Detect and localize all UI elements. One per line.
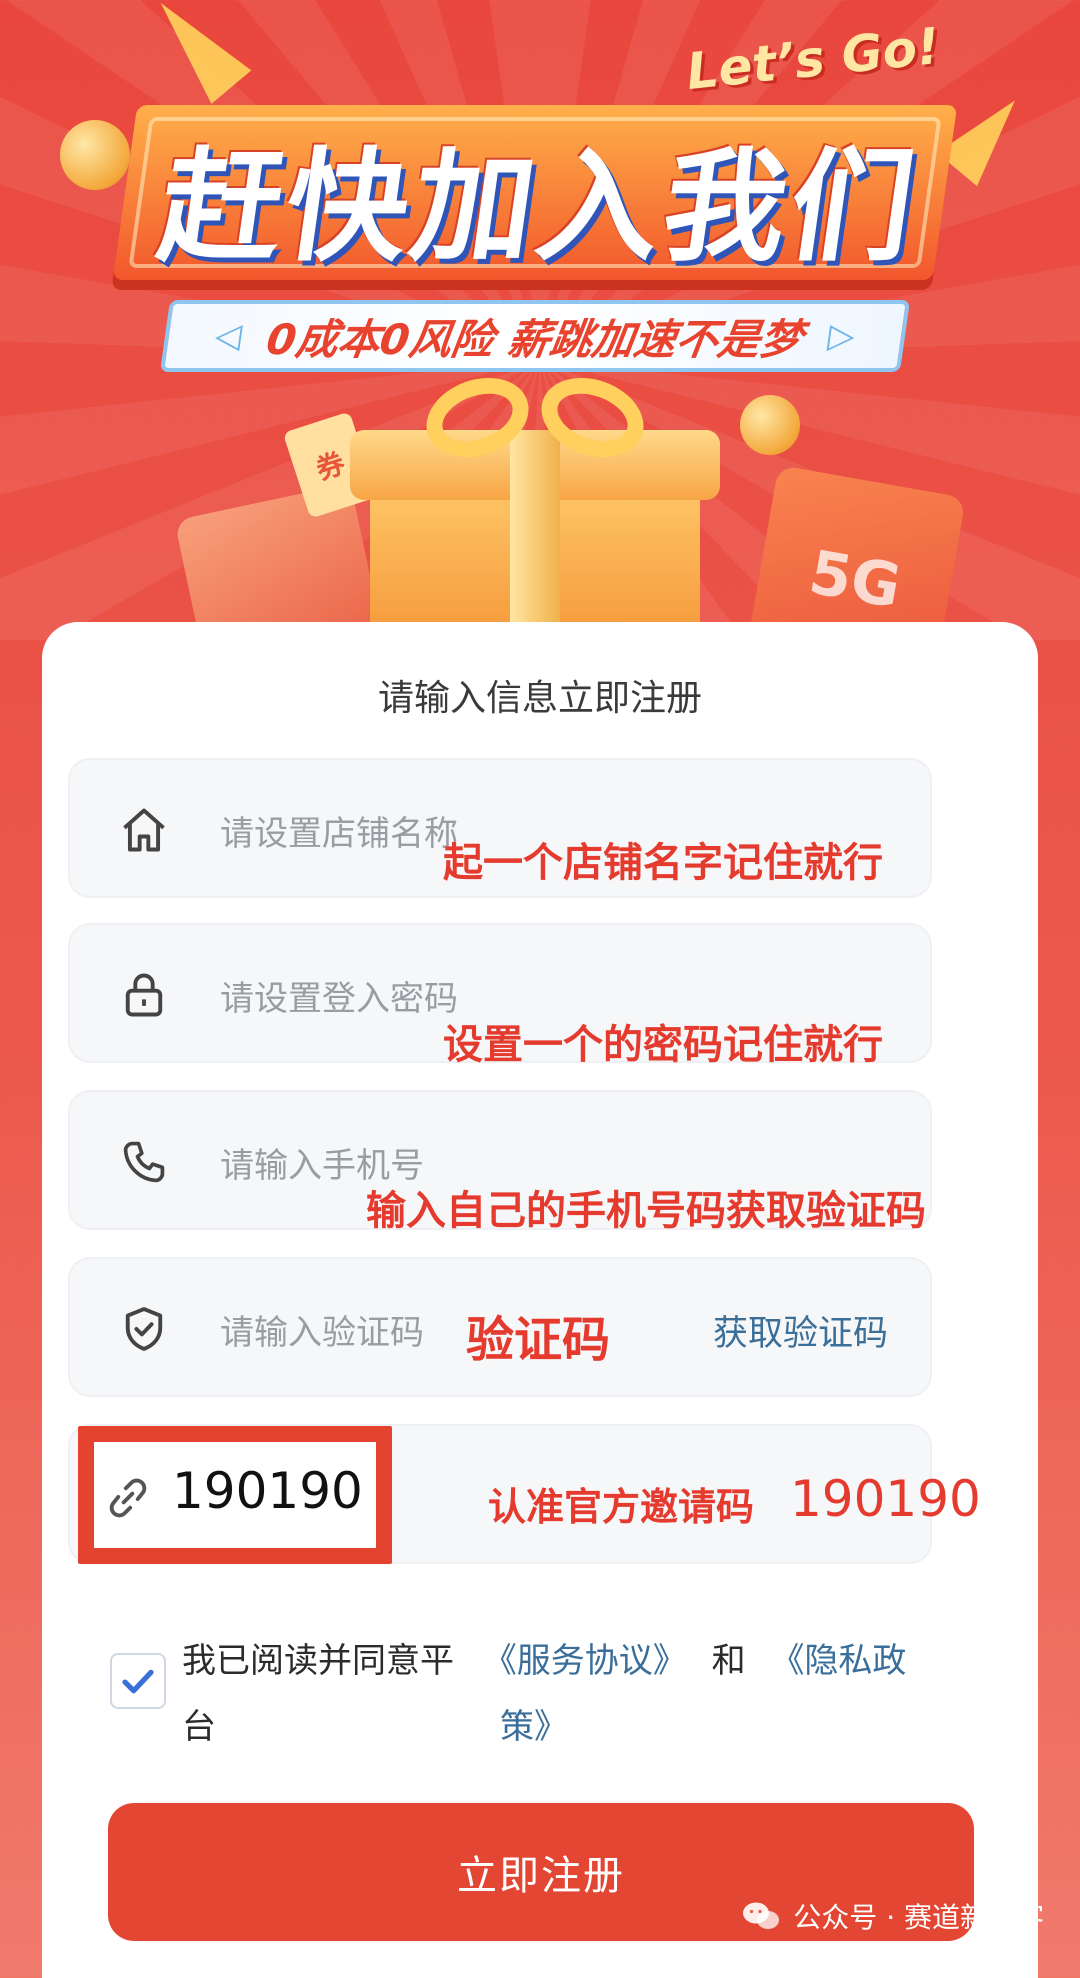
verification-code-placeholder: 请输入验证码 — [220, 1313, 424, 1353]
password-placeholder: 请设置登入密码 — [220, 979, 458, 1019]
agreement-and: 和 — [711, 1641, 746, 1681]
5g-card-icon: 5G — [744, 465, 966, 640]
phone-icon — [123, 1141, 165, 1183]
service-agreement-link[interactable]: 《服务协议》 — [483, 1641, 687, 1681]
agreement-text: 我已阅读并同意平 《服务协议》 和 《隐私政 — [182, 1628, 1002, 1694]
coin-icon — [60, 120, 130, 190]
annotation-verification-code: 验证码 — [466, 1312, 611, 1368]
banner-subtitle: 0成本0风险 薪跳加速不是梦 — [263, 314, 806, 364]
agreement-checkbox[interactable] — [110, 1653, 166, 1709]
watermark: 公众号 · 赛道新探客 — [741, 1896, 1044, 1936]
annotation-phone: 输入自己的手机号码获取验证码 — [366, 1188, 926, 1234]
coin-icon — [740, 395, 800, 455]
invite-code-highlight: 190190 — [78, 1426, 392, 1564]
shield-check-icon — [125, 1307, 163, 1351]
home-icon — [123, 808, 165, 852]
form-header: 请输入信息立即注册 — [377, 678, 702, 719]
get-verification-code-button[interactable]: 获取验证码 — [713, 1305, 888, 1356]
agreement-prefix-line2: 台 — [182, 1707, 216, 1747]
watermark-text: 公众号 · 赛道新探客 — [793, 1901, 1044, 1934]
lock-icon — [125, 973, 163, 1017]
annotation-invite-code: 190190 — [790, 1470, 981, 1528]
banner-title: 赶快加入我们 — [150, 136, 927, 278]
banner-subtitle-bar: ◁ 0成本0风险 薪跳加速不是梦 ▷ — [159, 300, 911, 372]
privacy-policy-link[interactable]: 《隐私政 — [770, 1641, 906, 1681]
arrow-left-icon: ◁ — [212, 316, 245, 356]
privacy-policy-link-cont[interactable]: 策》 — [500, 1694, 568, 1760]
wechat-icon — [743, 1902, 780, 1929]
promo-banner: Let’s Go! 赶快加入我们 ◁ 0成本0风险 薪跳加速不是梦 ▷ 券 5G — [0, 0, 1080, 640]
annotation-shop-name: 起一个店铺名字记住就行 — [443, 840, 883, 886]
arrow-right-icon: ▷ — [825, 316, 858, 356]
annotation-invite: 认准官方邀请码 — [488, 1485, 755, 1529]
agreement-prefix: 我已阅读并同意平 — [182, 1641, 454, 1681]
check-icon — [122, 1669, 154, 1694]
shop-name-placeholder: 请设置店铺名称 — [220, 814, 458, 854]
invite-code-value: 190190 — [172, 1462, 363, 1520]
link-icon — [109, 1478, 147, 1518]
annotation-password: 设置一个的密码记住就行 — [443, 1022, 883, 1068]
gift-ribbon — [510, 430, 560, 640]
